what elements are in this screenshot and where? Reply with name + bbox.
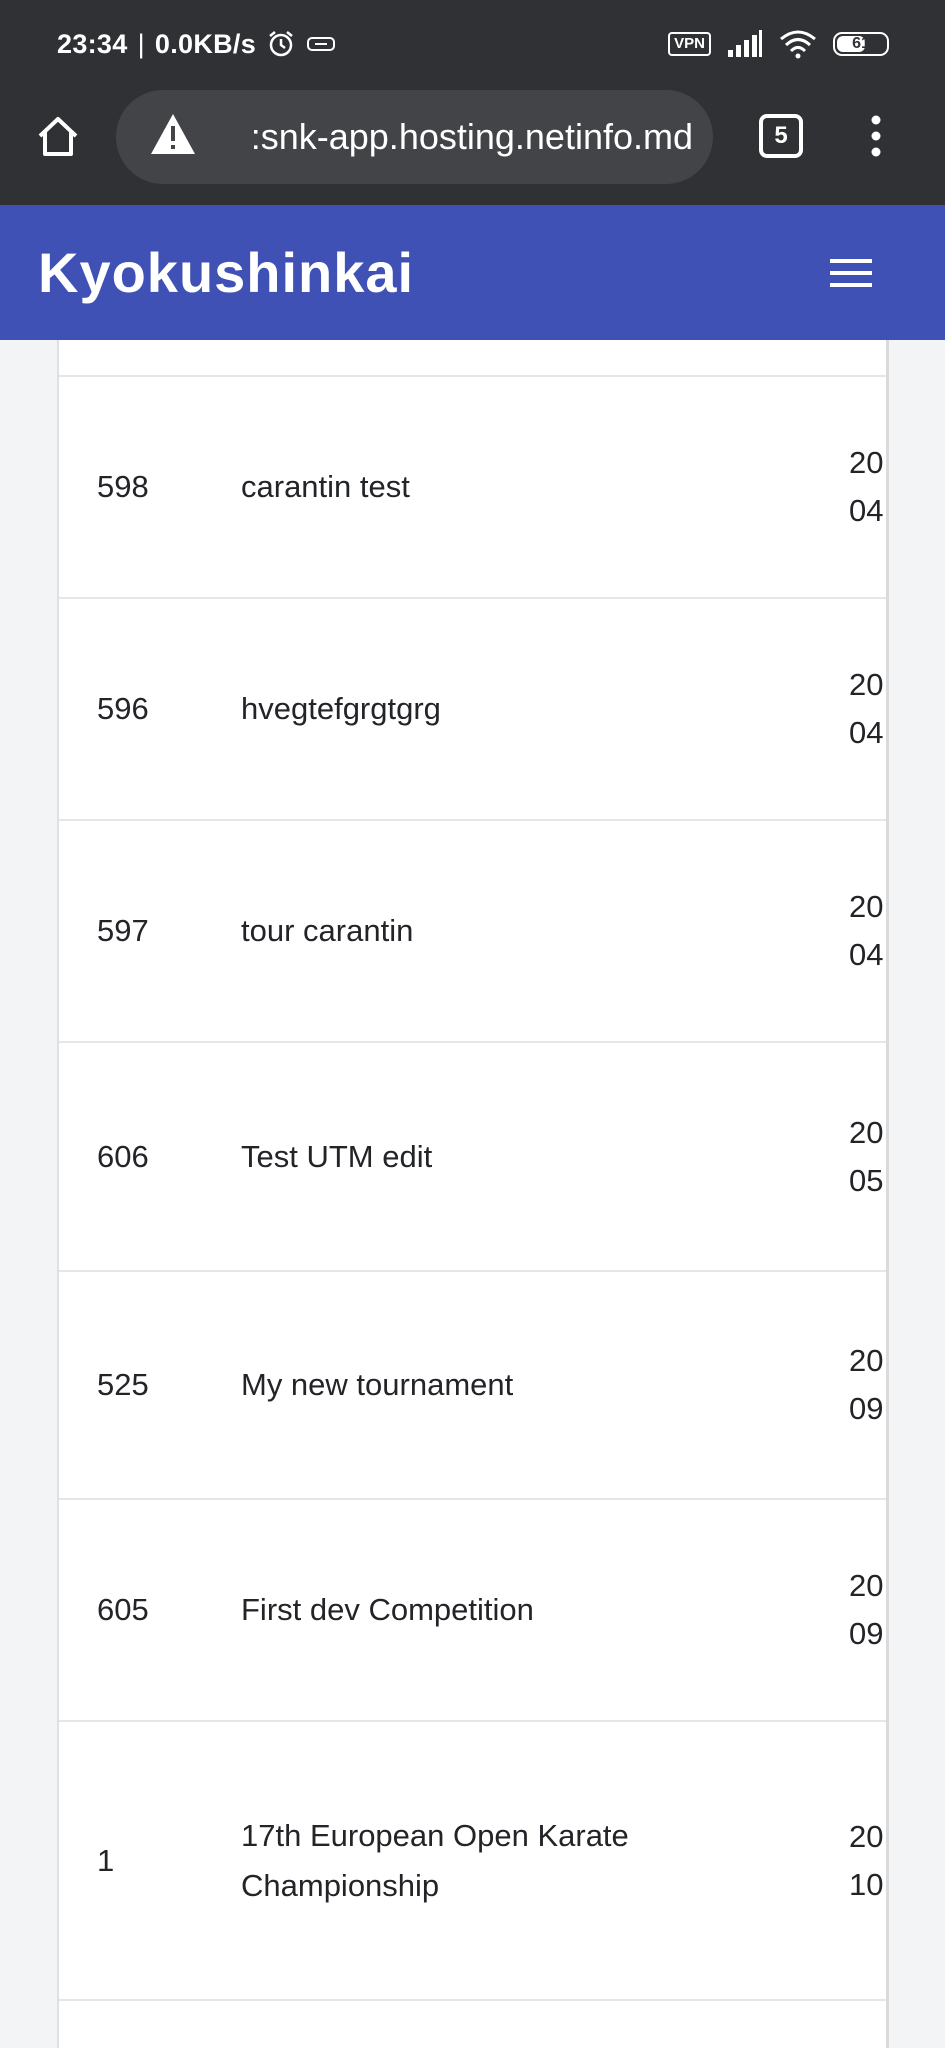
date-line-2: 04 xyxy=(849,937,884,972)
cell-date: 20 04 xyxy=(849,599,883,819)
date-line-1: 20 xyxy=(849,667,884,702)
signal-icon xyxy=(728,30,762,57)
date-line-2: 05 xyxy=(849,1162,884,1198)
cell-name: Test UTM edit xyxy=(241,1138,433,1174)
hamburger-menu-icon[interactable] xyxy=(826,253,876,293)
date-line-1: 20 xyxy=(849,1114,884,1150)
url-text[interactable]: :snk-app.hosting.netinfo.md xyxy=(214,90,693,184)
cell-id: 1 xyxy=(97,1842,115,1878)
date-line-2: 09 xyxy=(849,1391,884,1426)
table-row[interactable]: 1 17th European Open Karate Championship… xyxy=(59,1722,886,2001)
table-row[interactable]: 597 tour carantin 20 04 xyxy=(59,821,886,1043)
status-right: VPN 61 xyxy=(668,26,889,62)
data-saver-icon xyxy=(307,37,336,51)
date-line-1: 20 xyxy=(849,1343,884,1378)
cell-date: 20 04 xyxy=(849,821,883,1041)
table-row[interactable]: 525 My new tournament 20 09 xyxy=(59,1272,886,1500)
tab-count: 5 xyxy=(774,122,788,149)
cell-name: 17th European Open Karate Championship xyxy=(241,1817,629,1903)
address-bar[interactable]: :snk-app.hosting.netinfo.md xyxy=(116,90,713,184)
tournament-table: 598 carantin test 20 04 596 hvegtefgrgtg… xyxy=(57,340,889,2048)
cell-date: 20 09 xyxy=(849,1272,883,1498)
date-line-2: 10 xyxy=(849,1866,884,1902)
table-row[interactable]: 605 First dev Competition 20 09 xyxy=(59,1500,886,1722)
cell-id: 525 xyxy=(97,1367,149,1402)
table-row[interactable]: 606 Test UTM edit 20 05 xyxy=(59,1043,886,1272)
status-left: 23:34 | 0.0KB/s xyxy=(57,26,336,62)
status-separator: | xyxy=(137,28,145,59)
wifi-icon xyxy=(780,30,816,59)
cell-name: tour carantin xyxy=(241,913,414,948)
date-line-1: 20 xyxy=(849,1568,884,1603)
cell-date: 20 09 xyxy=(849,1500,883,1720)
network-speed: 0.0KB/s xyxy=(154,28,257,59)
cell-name: carantin test xyxy=(241,469,410,504)
battery-level: 61 xyxy=(852,35,870,52)
tabs-icon[interactable]: 5 xyxy=(759,114,803,158)
date-line-1: 20 xyxy=(849,889,884,924)
alarm-icon xyxy=(269,31,293,57)
table-row[interactable]: 596 hvegtefgrgtgrg 20 04 xyxy=(59,599,886,821)
date-line-2: 04 xyxy=(849,715,884,750)
status-time: 23:34 xyxy=(57,28,128,59)
cell-id: 606 xyxy=(97,1138,149,1174)
cell-date: 20 05 xyxy=(849,1043,883,1270)
date-line-1: 20 xyxy=(849,445,884,480)
status-bar: 23:34 | 0.0KB/s VPN 61 xyxy=(0,0,945,90)
cell-name: My new tournament xyxy=(241,1367,514,1402)
vpn-badge: VPN xyxy=(668,32,711,56)
cell-id: 596 xyxy=(97,691,149,726)
cell-name: hvegtefgrgtgrg xyxy=(241,691,441,726)
battery-icon: 61 xyxy=(833,32,889,56)
brand-title[interactable]: Kyokushinkai xyxy=(38,205,414,340)
cell-date: 20 04 xyxy=(849,377,883,597)
browser-toolbar: :snk-app.hosting.netinfo.md 5 xyxy=(0,90,945,205)
more-vert-icon[interactable] xyxy=(864,112,888,160)
cell-id: 597 xyxy=(97,913,149,948)
cell-id: 598 xyxy=(97,469,149,504)
date-line-2: 09 xyxy=(849,1616,884,1651)
cell-name: First dev Competition xyxy=(241,1592,534,1627)
date-line-1: 20 xyxy=(849,1818,884,1854)
cell-date: 20 10 xyxy=(849,1722,883,1999)
app-navbar: Kyokushinkai xyxy=(0,205,945,340)
date-line-2: 04 xyxy=(849,493,884,528)
cell-id: 605 xyxy=(97,1592,149,1627)
table-row[interactable]: 598 carantin test 20 04 xyxy=(59,377,886,599)
warning-icon[interactable] xyxy=(150,112,196,156)
home-icon[interactable] xyxy=(34,112,82,160)
